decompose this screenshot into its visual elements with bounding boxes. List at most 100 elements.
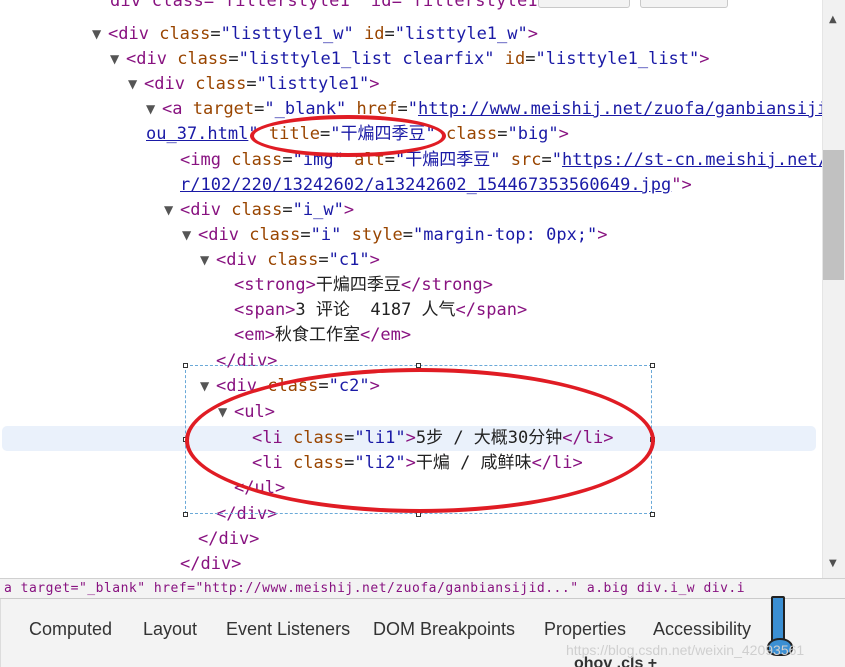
tag-close: > bbox=[369, 74, 380, 94]
attr-value: "listtyle1_w" bbox=[220, 24, 354, 44]
tab-bar-divider bbox=[0, 599, 1, 667]
expand-arrow-icon[interactable]: ▼ bbox=[146, 97, 162, 122]
selection-handle bbox=[650, 363, 655, 368]
tag-name: <strong> bbox=[234, 275, 316, 295]
tree-node[interactable]: ▼ <div class="i_w"> bbox=[164, 198, 354, 223]
attr-name: src bbox=[510, 150, 542, 170]
tab-computed[interactable]: Computed bbox=[29, 619, 112, 640]
vertical-scrollbar[interactable]: ▲ ▼ bbox=[822, 0, 845, 578]
tree-node[interactable]: <span>3 评论 4187 人气</span> bbox=[234, 298, 527, 323]
tab-event-listeners[interactable]: Event Listeners bbox=[226, 619, 350, 640]
attr-name: class bbox=[195, 74, 247, 94]
expand-arrow-icon[interactable]: ▼ bbox=[164, 198, 180, 223]
href-link[interactable]: ou_37.html bbox=[146, 124, 248, 144]
watermark: https://blog.csdn.net/weixin_42093561 bbox=[566, 642, 805, 658]
tree-node[interactable]: <strong>干煸四季豆</strong> bbox=[234, 273, 493, 298]
tag-name: <img bbox=[180, 150, 221, 170]
attr-value: "干煸四季豆" bbox=[395, 150, 501, 170]
expand-arrow-icon[interactable]: ▼ bbox=[128, 72, 144, 97]
attr-name: class bbox=[446, 124, 498, 144]
attr-value: "i" bbox=[310, 225, 342, 245]
attr-value: "listtyle1_list" bbox=[535, 49, 700, 69]
tag-end: </em> bbox=[359, 325, 412, 345]
annotation-ellipse-title bbox=[250, 115, 446, 157]
clipped-tab-1 bbox=[538, 0, 630, 8]
tag-end: </div> bbox=[180, 554, 242, 574]
text-node: 秋食工作室 bbox=[274, 325, 360, 345]
tag-name: <div bbox=[126, 49, 167, 69]
tag-name: <div bbox=[216, 250, 257, 270]
attr-value: "listtyle1" bbox=[256, 74, 370, 94]
annotation-ellipse-list bbox=[185, 368, 655, 513]
attr-name: id bbox=[363, 24, 385, 44]
tag-name: <div bbox=[180, 200, 221, 220]
tree-node[interactable]: ▼ <div class="listtyle1_list clearfix" id… bbox=[110, 47, 710, 72]
tag-name: <a bbox=[162, 99, 183, 119]
src-link[interactable]: https://st-cn.meishij.net/ bbox=[562, 150, 822, 170]
attr-name: class bbox=[249, 225, 301, 245]
tree-node[interactable]: ▼ <div class="i" style="margin-top: 0px;"… bbox=[182, 223, 608, 248]
tab-dom-breakpoints[interactable]: DOM Breakpoints bbox=[373, 619, 515, 640]
tree-node[interactable]: ▼ <div class="c1"> bbox=[200, 248, 380, 273]
tree-node-continuation[interactable]: r/102/220/13242602/a13242602_15446735356… bbox=[180, 173, 692, 198]
tree-node[interactable]: <img class="img" alt="干煸四季豆" src="https:… bbox=[180, 148, 822, 173]
tree-node[interactable]: ▼ <div class="listtyle1_w" id="listtyle1_… bbox=[92, 22, 538, 47]
attr-name: class bbox=[231, 150, 283, 170]
src-link[interactable]: r/102/220/13242602/a13242602_15446735356… bbox=[180, 175, 671, 195]
tree-node[interactable]: </div> bbox=[180, 552, 241, 577]
pane-resize-handle-icon[interactable] bbox=[767, 596, 793, 656]
attr-name: target bbox=[192, 99, 255, 119]
breadcrumb-text: a target="_blank" href="http://www.meish… bbox=[4, 581, 746, 596]
attr-name: class bbox=[177, 49, 229, 69]
tag-name: <em> bbox=[234, 325, 275, 345]
tag-close: "> bbox=[671, 175, 692, 195]
tag-name: <div bbox=[144, 74, 185, 94]
tag-close: > bbox=[558, 124, 569, 144]
href-link[interactable]: http://www.meishij.net/zuofa/ganbiansiji… bbox=[418, 99, 822, 119]
text-node: 干煸四季豆 bbox=[315, 275, 401, 295]
tag-name: <div bbox=[198, 225, 239, 245]
tag-close: > bbox=[527, 24, 538, 44]
expand-arrow-icon[interactable]: ▼ bbox=[110, 47, 126, 72]
tree-node[interactable]: ▼ <div class="listtyle1"> bbox=[128, 72, 379, 97]
selection-handle bbox=[183, 363, 188, 368]
scroll-up-arrow-icon[interactable]: ▲ bbox=[829, 14, 837, 25]
attr-value: "margin-top: 0px;" bbox=[413, 225, 598, 245]
attr-value: "i_w" bbox=[292, 200, 344, 220]
attr-name: style bbox=[351, 225, 403, 245]
tab-accessibility[interactable]: Accessibility bbox=[653, 619, 751, 640]
attr-value: "c1" bbox=[328, 250, 370, 270]
tag-name: <div bbox=[108, 24, 149, 44]
tab-properties[interactable]: Properties bbox=[544, 619, 626, 640]
attr-name: id bbox=[504, 49, 526, 69]
tree-node[interactable]: <em>秋食工作室</em> bbox=[234, 323, 411, 348]
tree-node[interactable]: </div> bbox=[198, 527, 259, 552]
attr-name: class bbox=[231, 200, 283, 220]
tag-end: </div> bbox=[198, 529, 260, 549]
selection-handle bbox=[183, 512, 188, 517]
clipped-tab-2 bbox=[640, 0, 728, 8]
tag-end: </span> bbox=[455, 300, 528, 320]
attr-value: "listtyle1_w" bbox=[394, 24, 528, 44]
scroll-down-arrow-icon[interactable]: ▼ bbox=[829, 558, 837, 569]
tag-close: > bbox=[343, 200, 355, 220]
tag-name: <span> bbox=[234, 300, 296, 320]
text-node: 3 评论 4187 人气 bbox=[295, 300, 456, 320]
tab-layout[interactable]: Layout bbox=[143, 619, 197, 640]
tree-node[interactable]: ▼ <a target="_blank" href="http://www.mei… bbox=[146, 97, 822, 122]
scrollbar-thumb[interactable] bbox=[823, 150, 844, 280]
expand-arrow-icon[interactable]: ▼ bbox=[200, 248, 216, 273]
attr-value: "listtyle1_list clearfix" bbox=[238, 49, 495, 69]
tag-close: > bbox=[597, 225, 608, 245]
attr-name: class bbox=[267, 250, 319, 270]
clipped-top-line: div class="filterstyle1" id="filterstyle… bbox=[0, 0, 822, 14]
selection-handle bbox=[650, 512, 655, 517]
tag-end: </strong> bbox=[400, 275, 494, 295]
expand-arrow-icon[interactable]: ▼ bbox=[92, 22, 108, 47]
tag-close: > bbox=[699, 49, 710, 69]
attr-name: class bbox=[159, 24, 211, 44]
dom-breadcrumb[interactable]: a target="_blank" href="http://www.meish… bbox=[0, 578, 845, 598]
attr-value: "big" bbox=[507, 124, 559, 144]
expand-arrow-icon[interactable]: ▼ bbox=[182, 223, 198, 248]
tag-close: > bbox=[369, 250, 380, 270]
